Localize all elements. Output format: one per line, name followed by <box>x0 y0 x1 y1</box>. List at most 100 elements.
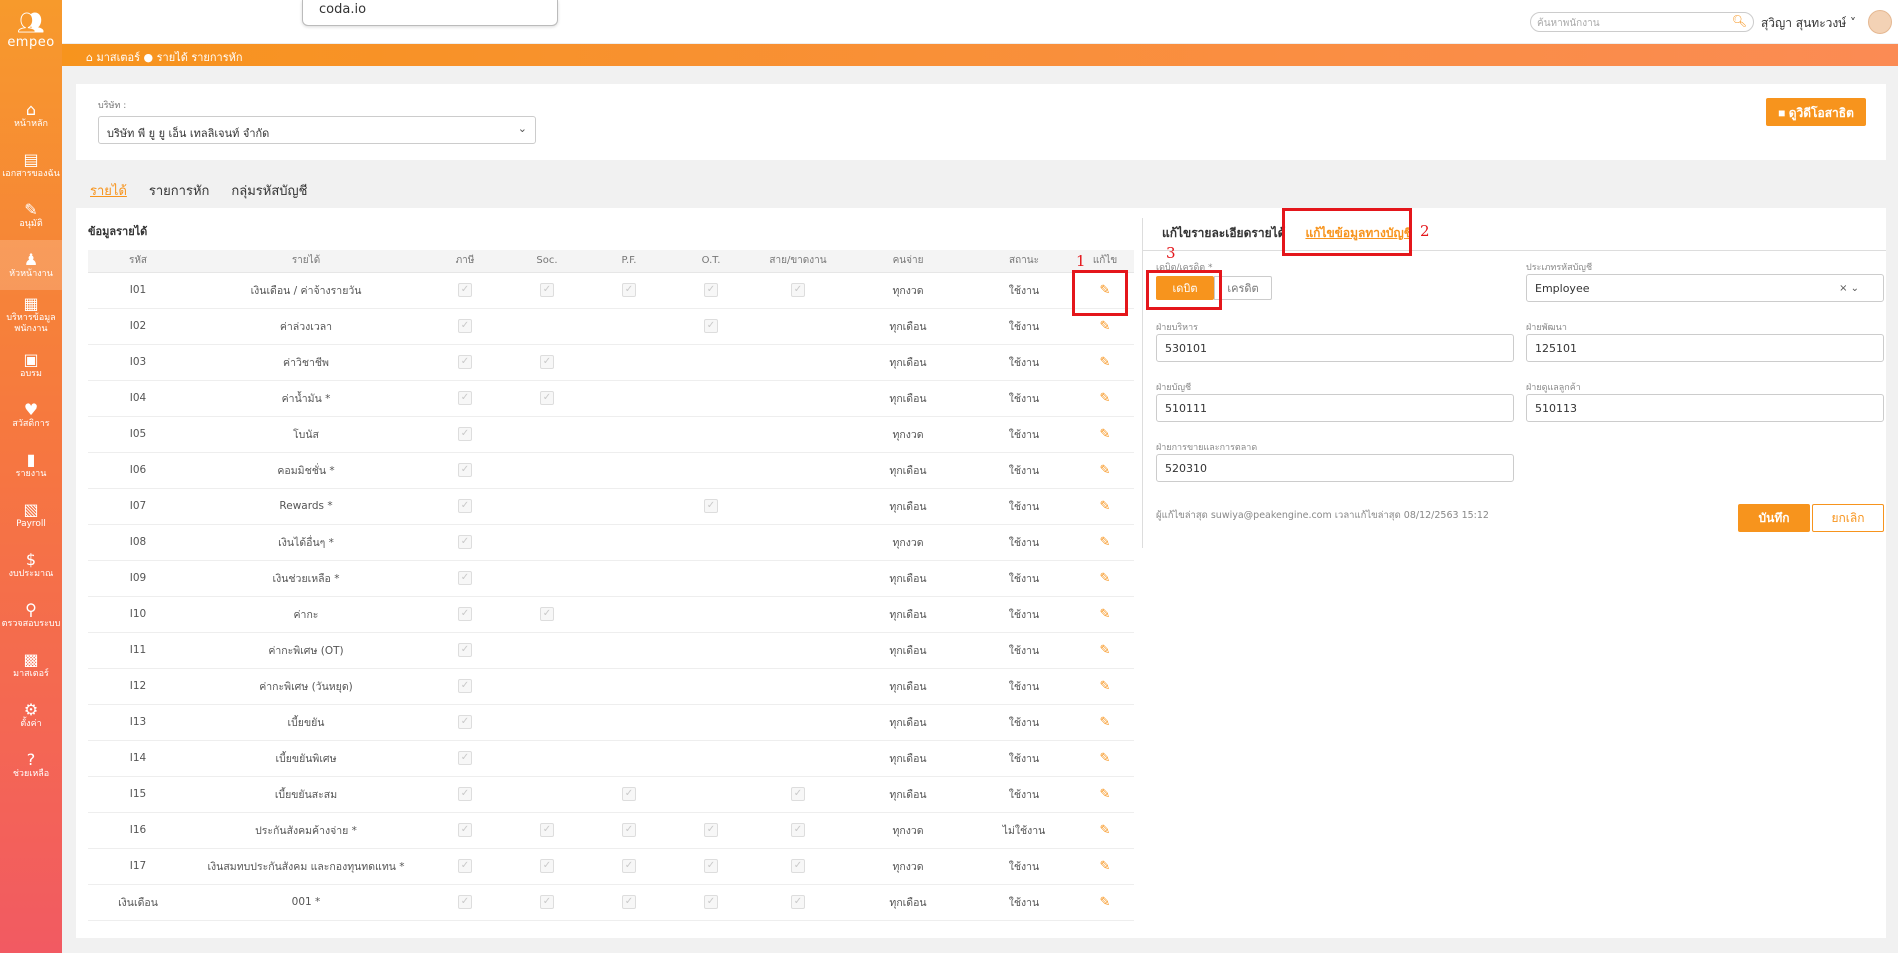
checkbox: ✓ <box>704 823 718 837</box>
tab-account-groups[interactable]: กลุ่มรหัสบัญชี <box>231 180 307 201</box>
breadcrumb-text: มาสเตอร์ ● รายได้ รายการหัก <box>96 51 243 64</box>
search-input[interactable]: ค้นหาพนักงาน 🔍︎ <box>1530 12 1754 32</box>
avatar[interactable] <box>1868 10 1892 34</box>
sidebar-item-supervisor[interactable]: ♟ หัวหน้างาน <box>0 240 62 290</box>
marketing-field[interactable]: 520310 <box>1156 454 1514 482</box>
checkbox: ✓ <box>622 823 636 837</box>
sidebar-item-budget[interactable]: $ งบประมาณ <box>0 540 62 590</box>
cs-field[interactable]: 510113 <box>1526 394 1884 422</box>
dev-field[interactable]: 125101 <box>1526 334 1884 362</box>
edit-icon[interactable]: ✎ <box>1100 571 1111 586</box>
user-name: สุวิญา สุนทะวงษ์ <box>1760 16 1847 30</box>
sidebar-item-settings[interactable]: ⚙ ตั้งค่า <box>0 690 62 740</box>
sidebar-item-audit[interactable]: ⚲ ตรวจสอบระบบ <box>0 590 62 640</box>
company-select[interactable]: บริษัท พี ยู ยู เอ็น เทลลิเจนท์ จำกัด ⌄ <box>98 116 536 144</box>
video-icon: ■ <box>1778 106 1789 120</box>
cancel-button[interactable]: ยกเลิก <box>1812 504 1884 532</box>
tabs: รายได้ รายการหัก กลุ่มรหัสบัญชี <box>90 180 307 201</box>
cell-payment: ทุกเดือน <box>844 884 972 921</box>
edit-icon[interactable]: ✎ <box>1100 535 1111 550</box>
edit-icon[interactable]: ✎ <box>1100 715 1111 730</box>
table-header-row: รหัส รายได้ ภาษี Soc. P.F. O.T. สาย/ขาดง… <box>88 250 1134 273</box>
sidebar-item-training[interactable]: ▣ อบรม <box>0 340 62 390</box>
checkbox: ✓ <box>791 859 805 873</box>
edit-icon[interactable]: ✎ <box>1100 679 1111 694</box>
tab-deductions[interactable]: รายการหัก <box>149 180 210 201</box>
edit-icon[interactable]: ✎ <box>1100 787 1111 802</box>
cell-edit: ✎ <box>1076 380 1134 417</box>
save-button[interactable]: บันทึก <box>1738 504 1810 532</box>
clear-icon[interactable]: × ⌄ <box>1839 283 1859 294</box>
cell-payment: ทุกเดือน <box>844 560 972 597</box>
sidebar-item-welfare[interactable]: ♥ สวัสดิการ <box>0 390 62 440</box>
home-icon[interactable]: ⌂ <box>86 51 96 64</box>
edit-icon[interactable]: ✎ <box>1100 427 1111 442</box>
cell-tax: ✓ <box>424 884 506 921</box>
credit-button[interactable]: เครดิต <box>1214 276 1272 300</box>
sidebar-item-employee[interactable]: ▦ บริหารข้อมูลพนักงาน <box>0 290 62 340</box>
cell-code: I03 <box>88 344 188 381</box>
cell-code: I07 <box>88 488 188 525</box>
cell-code: I06 <box>88 452 188 489</box>
sidebar-item-document[interactable]: ▤ เอกสารของฉัน <box>0 140 62 190</box>
cell-code: I17 <box>88 848 188 885</box>
cell-pf: ✓ <box>588 776 670 813</box>
sidebar-item-help[interactable]: ? ช่วยเหลือ <box>0 740 62 790</box>
document-icon: ▤ <box>23 149 39 169</box>
tab-income[interactable]: รายได้ <box>90 180 127 201</box>
account-type-select[interactable]: Employee × ⌄ <box>1526 274 1884 302</box>
tab-edit-details[interactable]: แก้ไขรายละเอียดรายได้ <box>1162 224 1285 243</box>
table-row: I14 เบี้ยขยันพิเศษ ✓ ทุกเดือน ใช้งาน ✎ <box>88 740 1134 777</box>
url-popup[interactable]: coda.io <box>302 0 558 26</box>
cell-ot <box>670 416 752 453</box>
cell-status: ไม่ใช้งาน <box>972 812 1076 849</box>
edit-icon[interactable]: ✎ <box>1100 643 1111 658</box>
checkbox: ✓ <box>704 859 718 873</box>
checkbox: ✓ <box>458 499 472 513</box>
cell-code: I09 <box>88 560 188 597</box>
edit-icon[interactable]: ✎ <box>1100 607 1111 622</box>
accounting-field[interactable]: 510111 <box>1156 394 1514 422</box>
sidebar-item-label: มาสเตอร์ <box>13 668 49 679</box>
sidebar-item-label: รายงาน <box>15 468 47 479</box>
sidebar-item-approve[interactable]: ✎ อนุมัติ <box>0 190 62 240</box>
cell-tax: ✓ <box>424 308 506 345</box>
company-panel: บริษัท : บริษัท พี ยู ยู เอ็น เทลลิเจนท์… <box>76 84 1886 160</box>
video-demo-button[interactable]: ■ ดูวิดีโอสาธิต <box>1766 98 1866 126</box>
search-icon[interactable]: 🔍︎ <box>1732 14 1747 28</box>
sidebar-item-report[interactable]: ▮ รายงาน <box>0 440 62 490</box>
sidebar-item-payroll[interactable]: ▧ Payroll <box>0 490 62 540</box>
cell-ot <box>670 524 752 561</box>
edit-icon[interactable]: ✎ <box>1100 355 1111 370</box>
company-label: บริษัท : <box>98 101 127 111</box>
sidebar-item-home[interactable]: ⌂ หน้าหลัก <box>0 90 62 140</box>
table-row: I17 เงินสมทบประกันสังคม และกองทุนทดแทน * ✓… <box>88 848 1134 885</box>
edit-icon[interactable]: ✎ <box>1100 499 1111 514</box>
topbar: coda.io ค้นหาพนักงาน 🔍︎ สุวิญา สุนทะวงษ์… <box>62 0 1898 44</box>
table-row: เงินเดือน 001 * ✓ ✓ ✓ ✓ ✓ ทุกเดือน ใช้งาน ✎ <box>88 884 1134 921</box>
edit-icon[interactable]: ✎ <box>1100 823 1111 838</box>
edit-icon[interactable]: ✎ <box>1100 751 1111 766</box>
user-menu[interactable]: สุวิญา สุนทะวงษ์ ˅ <box>1761 14 1856 33</box>
logo[interactable]: 👥︎ empeo <box>0 0 62 62</box>
edit-icon[interactable]: ✎ <box>1100 463 1111 478</box>
cell-payment: ทุกเดือน <box>844 632 972 669</box>
edit-icon[interactable]: ✎ <box>1100 859 1111 874</box>
admin-field[interactable]: 530101 <box>1156 334 1514 362</box>
cell-status: ใช้งาน <box>972 380 1076 417</box>
checkbox: ✓ <box>791 823 805 837</box>
cell-edit: ✎ <box>1076 596 1134 633</box>
table-row: I07 Rewards * ✓ ✓ ทุกเดือน ใช้งาน ✎ <box>88 488 1134 525</box>
cell-payment: ทุกเดือน <box>844 704 972 741</box>
cell-name: Rewards * <box>188 488 424 525</box>
edit-icon[interactable]: ✎ <box>1100 391 1111 406</box>
income-title: ข้อมูลรายได้ <box>88 225 148 238</box>
cell-code: I01 <box>88 272 188 309</box>
cell-late: ✓ <box>752 812 844 849</box>
sidebar-item-master[interactable]: ▩ มาสเตอร์ <box>0 640 62 690</box>
cell-edit: ✎ <box>1076 776 1134 813</box>
table-row: I09 เงินช่วยเหลือ * ✓ ทุกเดือน ใช้งาน ✎ <box>88 560 1134 597</box>
edit-icon[interactable]: ✎ <box>1100 895 1111 910</box>
cell-name: เงินสมทบประกันสังคม และกองทุนทดแทน * <box>188 848 424 885</box>
edit-icon[interactable]: ✎ <box>1100 319 1111 334</box>
